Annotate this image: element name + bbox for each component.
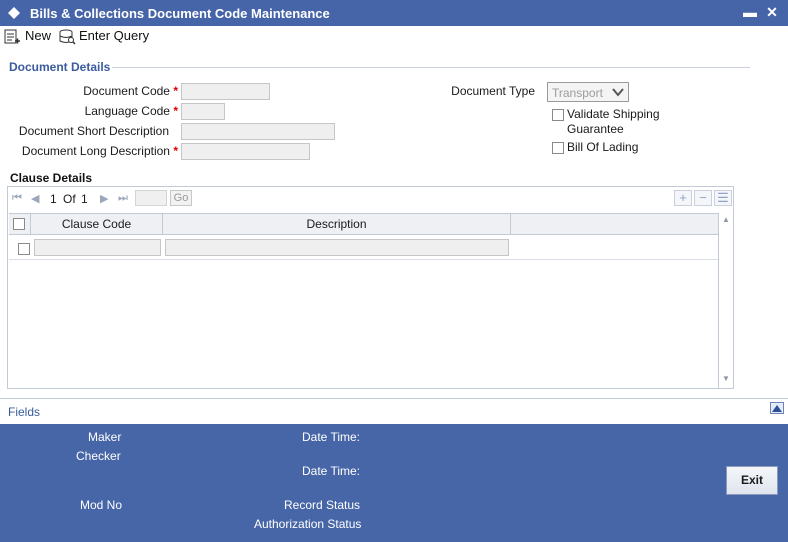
authorization-status-label: Authorization Status — [254, 517, 362, 531]
clause-code-input[interactable] — [34, 239, 161, 256]
enter-query-button[interactable]: Enter Query — [58, 28, 150, 46]
table-row — [9, 236, 718, 260]
delete-row-icon[interactable]: − — [694, 190, 712, 206]
last-page-icon[interactable]: ⏭ — [118, 192, 128, 205]
pager-of-label: Of — [63, 192, 76, 206]
new-button[interactable]: New — [4, 28, 52, 46]
description-input[interactable] — [165, 239, 509, 256]
column-clause-code[interactable]: Clause Code — [31, 214, 163, 235]
short-description-input[interactable] — [181, 123, 335, 140]
record-status-label: Record Status — [284, 498, 361, 512]
previous-page-icon[interactable]: ◀ — [31, 192, 39, 205]
scroll-up-icon[interactable]: ▲ — [722, 215, 730, 224]
single-view-icon[interactable]: ☰ — [714, 190, 732, 206]
validate-shipping-label-line1: Validate Shipping — [567, 107, 660, 121]
document-type-value: Transport — [552, 86, 603, 100]
grid-scrollbar[interactable]: ▲ ▼ — [718, 213, 733, 388]
document-code-input[interactable] — [181, 83, 270, 100]
document-code-label-text: Document Code — [83, 84, 170, 98]
maker-label: Maker — [88, 430, 122, 444]
grid-pager: ⏮ ◀ 1 Of 1 ▶ ⏭ Go + − ☰ — [8, 187, 733, 211]
validate-shipping-label: Validate Shipping Guarantee — [567, 107, 660, 137]
document-details-divider — [112, 67, 750, 68]
new-document-icon — [4, 29, 20, 44]
toolbar: New Enter Query — [0, 26, 788, 50]
maker-date-time-label: Date Time: — [302, 430, 361, 444]
exit-button[interactable]: Exit — [726, 466, 778, 495]
audit-footer: Maker Checker Date Time: Date Time: Mod … — [0, 424, 788, 542]
clause-grid: ⏮ ◀ 1 Of 1 ▶ ⏭ Go + − ☰ Clause Code Desc… — [7, 186, 734, 389]
select-all-checkbox[interactable] — [13, 218, 25, 230]
checker-label: Checker — [76, 449, 121, 463]
chevron-up-icon — [772, 405, 782, 412]
scroll-down-icon[interactable]: ▼ — [722, 374, 730, 383]
pager-total: 1 — [81, 192, 88, 206]
new-label: New — [25, 28, 52, 43]
go-button[interactable]: Go — [170, 190, 192, 206]
app-diamond-icon — [8, 7, 20, 19]
add-row-icon[interactable]: + — [674, 190, 692, 206]
bill-of-lading-checkbox[interactable] — [552, 142, 564, 154]
document-code-label: Document Code * — [60, 84, 178, 98]
column-description[interactable]: Description — [163, 214, 511, 235]
language-code-label-text: Language Code — [84, 104, 170, 118]
page-number-input[interactable] — [135, 190, 167, 206]
query-database-icon — [59, 29, 76, 45]
long-description-input[interactable] — [181, 143, 310, 160]
fields-bar: Fields — [0, 398, 788, 424]
required-mark: * — [173, 104, 178, 118]
validate-shipping-checkbox[interactable] — [552, 109, 564, 121]
chevron-down-icon — [612, 88, 624, 97]
fields-link[interactable]: Fields — [8, 405, 40, 419]
language-code-input[interactable] — [181, 103, 225, 120]
long-description-label: Document Long Description * — [6, 144, 178, 158]
required-mark: * — [173, 84, 178, 98]
next-page-icon[interactable]: ▶ — [100, 192, 108, 205]
enter-query-label: Enter Query — [79, 28, 150, 43]
pager-current: 1 — [50, 192, 57, 206]
grid-header: Clause Code Description — [9, 213, 718, 235]
minimize-button[interactable]: ▬ — [742, 4, 758, 20]
document-type-select[interactable]: Transport — [547, 82, 629, 102]
clause-details-title: Clause Details — [10, 171, 93, 185]
language-code-label: Language Code * — [60, 104, 178, 118]
required-mark: * — [173, 144, 178, 158]
bill-of-lading-label: Bill Of Lading — [567, 140, 639, 154]
first-page-icon[interactable]: ⏮ — [12, 192, 22, 205]
close-button[interactable]: ✕ — [764, 4, 780, 20]
validate-shipping-label-line2: Guarantee — [567, 122, 624, 136]
select-all-cell — [9, 214, 31, 235]
row-select-checkbox[interactable] — [18, 243, 30, 255]
mod-no-label: Mod No — [80, 498, 123, 512]
document-type-label: Document Type — [451, 84, 535, 98]
checker-date-time-label: Date Time: — [302, 464, 361, 478]
long-description-label-text: Document Long Description — [21, 144, 170, 158]
fields-toggle-button[interactable] — [770, 402, 784, 414]
window-titlebar: Bills & Collections Document Code Mainte… — [0, 0, 788, 26]
document-details-title: Document Details — [9, 60, 111, 74]
window-title: Bills & Collections Document Code Mainte… — [30, 6, 330, 21]
short-description-label: Document Short Description — [18, 124, 169, 138]
